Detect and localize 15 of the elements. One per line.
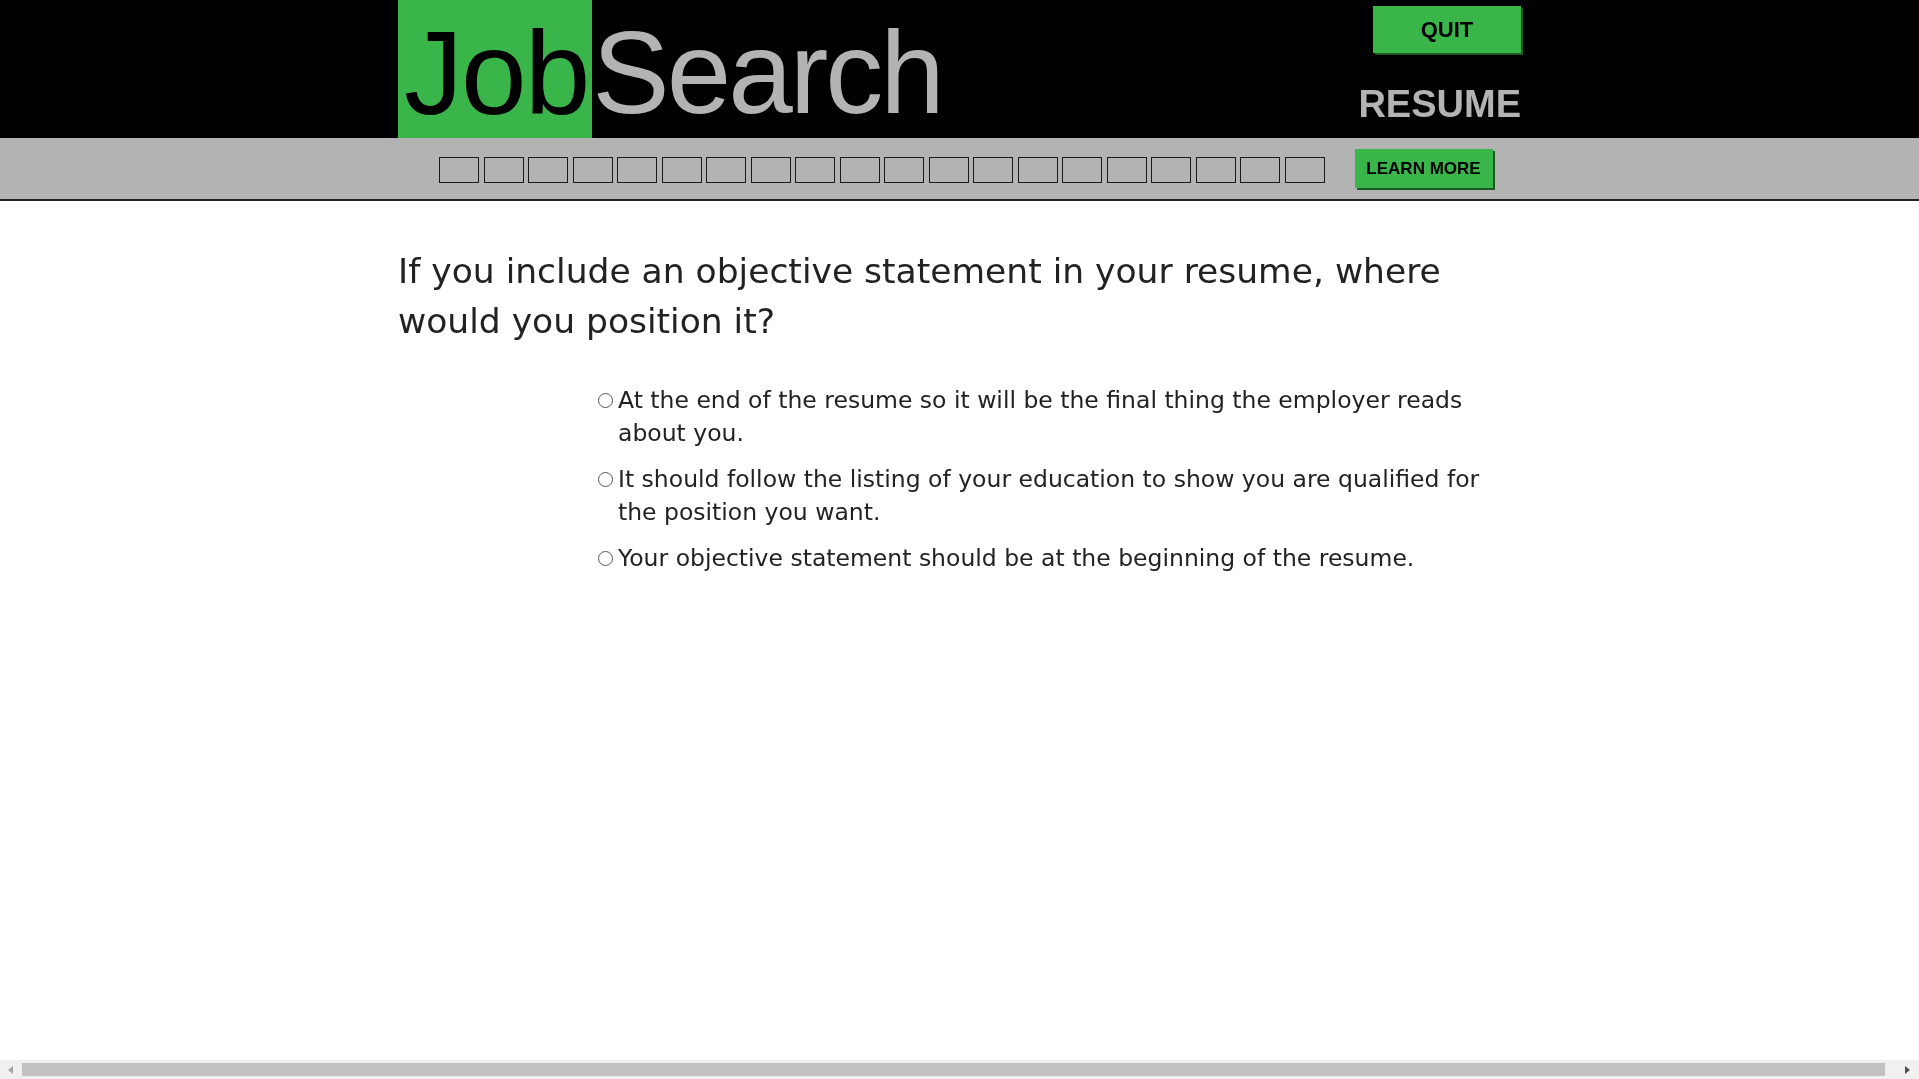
option-label[interactable]: At the end of the resume so it will be the final thing the employer reads about you.	[618, 384, 1503, 450]
quit-button[interactable]: QUIT	[1373, 6, 1521, 53]
learn-more-button[interactable]: LEARN MORE	[1354, 149, 1493, 188]
radio-button[interactable]	[598, 393, 613, 408]
option-label[interactable]: Your objective statement should be at the beginning of the resume.	[618, 542, 1503, 575]
horizontal-scrollbar[interactable]	[0, 1060, 1919, 1079]
radio-button[interactable]	[598, 472, 613, 487]
radio-button[interactable]	[598, 551, 613, 566]
section-title: RESUME	[1358, 85, 1521, 123]
option-label[interactable]: It should follow the listing of your education to show you are qualified for the position you want.	[618, 463, 1503, 529]
logo-highlight: Job	[398, 0, 593, 138]
question-text: If you include an objective statement in your resume, where would you position it?	[398, 250, 1442, 343]
scroll-right-icon[interactable]	[1905, 1065, 1910, 1074]
scrollbar-thumb[interactable]	[22, 1063, 1885, 1076]
logo-text: Search	[592, 7, 942, 138]
